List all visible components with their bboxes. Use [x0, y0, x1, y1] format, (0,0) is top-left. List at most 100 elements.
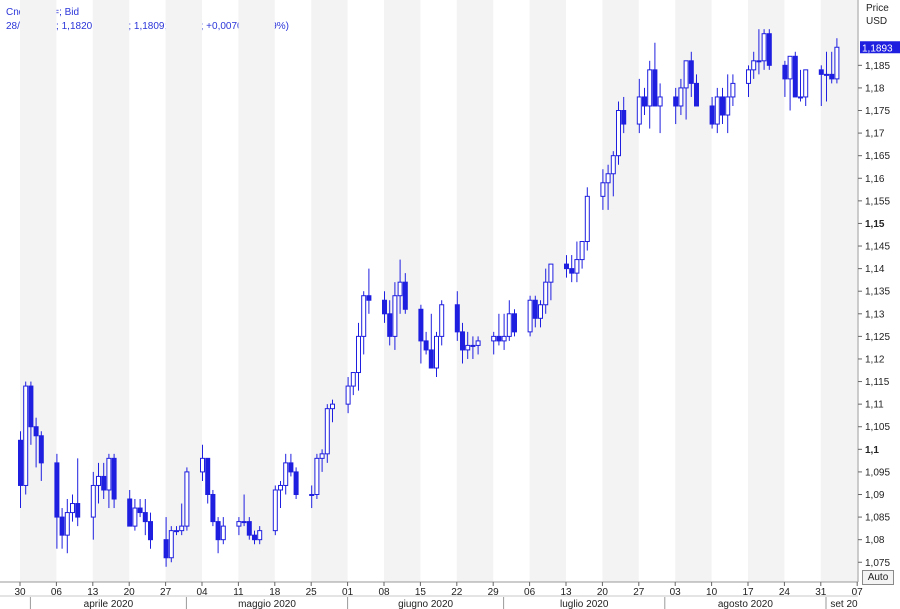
- y-tick-label: 1,09: [865, 490, 885, 501]
- y-tick-label: 1,125: [865, 332, 890, 343]
- y-tick-label: 1,16: [865, 174, 885, 185]
- y-tick-label: 1,17: [865, 129, 885, 140]
- candle-body: [761, 33, 767, 62]
- candle-body: [70, 503, 75, 514]
- candle-body: [527, 299, 533, 333]
- candle-body: [803, 69, 809, 98]
- y-tick-label: 1,185: [865, 61, 890, 72]
- candle-body: [787, 55, 793, 80]
- week-band: [165, 0, 202, 582]
- candle-body: [96, 475, 101, 486]
- candle-body: [356, 335, 361, 374]
- candle-body: [59, 516, 65, 536]
- candle-body: [454, 304, 460, 333]
- candle-body: [569, 268, 575, 274]
- y-tick-label: 1,115: [865, 377, 890, 388]
- candle-body: [834, 46, 840, 80]
- candle-body: [168, 530, 174, 559]
- candle-body: [512, 313, 517, 333]
- y-tick-label: 1,095: [865, 467, 890, 478]
- x-tick-label: 06: [524, 587, 536, 598]
- candle-body: [584, 195, 590, 243]
- plot-area: 1,075 1,08 1,085 1,09 1,095 1,1 1,105 1,11 1,115…: [0, 0, 900, 609]
- x-tick-label: 27: [160, 587, 172, 598]
- current-price-label: 1,1893: [862, 43, 893, 54]
- candle-body: [179, 525, 185, 532]
- candle-body: [605, 173, 611, 184]
- month-label: maggio 2020: [238, 599, 296, 609]
- candle-body: [23, 385, 29, 486]
- y-tick-label: 1,08: [865, 535, 885, 546]
- candle-body: [621, 110, 627, 125]
- candle-body: [647, 69, 653, 107]
- candle-body: [345, 385, 351, 405]
- candle-body: [382, 299, 387, 315]
- candle-body: [309, 493, 315, 496]
- candle-body: [324, 408, 330, 455]
- y-tick-label: 1,165: [865, 151, 890, 162]
- y-tick-label: 1,18: [865, 83, 885, 94]
- candle-body: [564, 263, 569, 270]
- y-tick-label: 1,155: [865, 196, 890, 207]
- candle-body: [678, 87, 684, 107]
- candle-body: [330, 403, 335, 410]
- candle-body: [532, 299, 538, 319]
- candle-body: [439, 304, 445, 337]
- candle-body: [491, 335, 497, 342]
- auto-scale-button[interactable]: Auto: [862, 570, 894, 585]
- candle-body: [38, 435, 44, 464]
- candle-body: [543, 281, 549, 306]
- candle-body: [215, 521, 221, 541]
- month-label: luglio 2020: [560, 599, 609, 609]
- candle-body: [314, 457, 320, 495]
- month-label: aprile 2020: [84, 599, 134, 609]
- candle-body: [652, 69, 658, 107]
- y-tick-label: 1,075: [865, 558, 890, 569]
- candle-body: [163, 539, 169, 559]
- candle-body: [283, 462, 289, 486]
- candle-body: [402, 281, 408, 310]
- candle-body: [278, 484, 283, 491]
- candle-body: [319, 453, 325, 459]
- x-tick-label: 20: [124, 587, 136, 598]
- candle-body: [293, 471, 299, 495]
- candle-body: [506, 313, 512, 337]
- candle-body: [616, 110, 621, 157]
- candle-body: [64, 512, 70, 536]
- candle-body: [220, 525, 226, 541]
- candle-body: [366, 295, 372, 301]
- candle-body: [496, 335, 502, 342]
- candle-body: [475, 340, 481, 346]
- candle-body: [272, 489, 278, 532]
- candle-body: [688, 60, 694, 84]
- candle-body: [824, 73, 829, 76]
- candle-body: [106, 457, 112, 491]
- candle-body: [18, 439, 23, 486]
- candle-body: [636, 96, 642, 125]
- x-tick-label: 03: [670, 587, 682, 598]
- month-label: giugno 2020: [398, 599, 453, 609]
- candle-body: [434, 335, 439, 369]
- candle-body: [350, 372, 356, 387]
- candle-body: [714, 96, 720, 125]
- x-tick-label: 04: [196, 587, 208, 598]
- x-tick-label: 27: [633, 587, 645, 598]
- candle-body: [127, 498, 133, 527]
- candle-body: [54, 462, 60, 518]
- candle-body: [579, 241, 585, 261]
- y-tick-label: 1,135: [865, 287, 890, 298]
- candle-body: [90, 484, 96, 518]
- candle-body: [210, 493, 216, 523]
- x-tick-label: 25: [306, 587, 318, 598]
- x-tick-label: 24: [779, 587, 791, 598]
- candle-body: [694, 82, 699, 107]
- candle-body: [574, 259, 580, 274]
- candle-body: [782, 64, 788, 80]
- candle-body: [673, 96, 679, 107]
- candle-body: [798, 96, 803, 99]
- candle-body: [756, 60, 762, 63]
- x-tick-label: 15: [415, 587, 427, 598]
- candle-body: [184, 471, 190, 527]
- y-tick-label: 1,14: [865, 264, 885, 275]
- x-tick-label: 13: [560, 587, 572, 598]
